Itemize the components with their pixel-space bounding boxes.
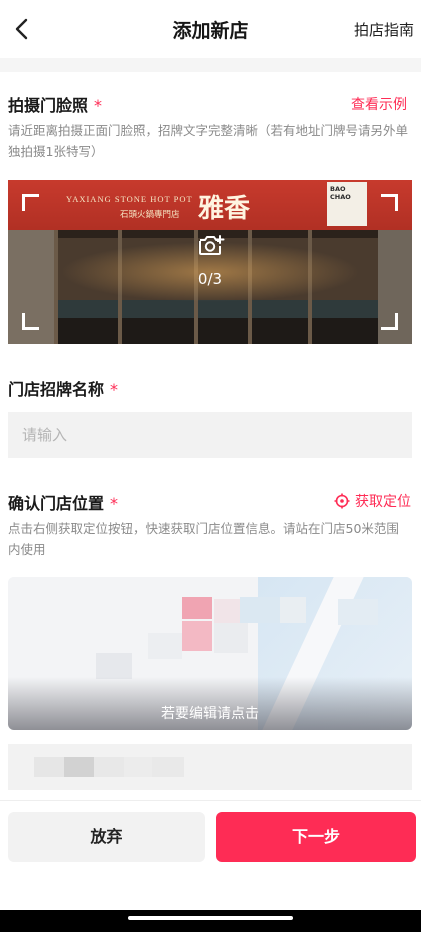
home-indicator[interactable] <box>128 916 293 920</box>
top-nav-bar: 添加新店 拍店指南 <box>0 0 421 58</box>
storefront-photo-title: 拍摄门脸照 * <box>8 92 102 116</box>
storefront-photo-uploader[interactable]: YAXIANG STONE HOT POT 石頭火鍋專門店 雅香 BAO CHA… <box>8 180 412 344</box>
required-mark: * <box>110 494 119 513</box>
get-location-button[interactable]: 获取定位 <box>334 491 411 511</box>
store-name-title: 门店招牌名称 * <box>8 376 118 400</box>
required-mark: * <box>94 96 103 115</box>
storefront-photo-title-text: 拍摄门脸照 <box>8 96 89 115</box>
address-redacted <box>34 757 64 777</box>
map-poi-block <box>182 597 212 619</box>
address-redacted <box>64 757 94 777</box>
location-map[interactable]: 若要编辑请点击 <box>8 577 412 730</box>
address-field[interactable] <box>8 744 412 790</box>
map-block <box>214 623 248 653</box>
crosshair-icon <box>334 493 350 509</box>
section-divider <box>0 58 421 72</box>
frame-corner-top-left <box>22 194 39 211</box>
store-location-title-text: 确认门店位置 <box>8 494 105 513</box>
map-block <box>214 599 240 623</box>
storefront-photo-hint: 请近距离拍摄正面门脸照，招牌文字完整清晰（若有地址门牌号请另外单独拍摄1张特写） <box>8 123 409 159</box>
map-poi-block <box>182 621 212 651</box>
signboard-brand-name: 雅香 <box>198 194 251 224</box>
required-mark: * <box>110 380 119 399</box>
view-example-link[interactable]: 查看示例 <box>351 94 407 114</box>
shop-guide-link[interactable]: 拍店指南 <box>354 19 414 40</box>
frame-corner-bottom-left <box>22 313 39 330</box>
system-navigation-bar <box>0 910 421 932</box>
storefront-signboard: YAXIANG STONE HOT POT 石頭火鍋專門店 雅香 BAO CHA… <box>8 180 412 230</box>
address-redacted <box>152 757 184 777</box>
map-block <box>280 597 306 623</box>
camera-add-icon <box>199 235 225 255</box>
frame-corner-bottom-right <box>381 313 398 330</box>
map-block <box>96 653 132 679</box>
store-location-title: 确认门店位置 * <box>8 490 118 514</box>
frame-corner-top-right <box>381 194 398 211</box>
signboard-subtitle: 石頭火鍋專門店 <box>120 210 180 220</box>
address-redacted <box>124 757 152 777</box>
map-block <box>338 599 378 625</box>
store-name-input[interactable] <box>8 412 412 458</box>
signboard-english-text: YAXIANG STONE HOT POT <box>66 194 193 204</box>
store-location-hint: 点击右侧获取定位按钮，快速获取门店位置信息。请站在门店50米范围内使用 <box>8 521 399 557</box>
map-block <box>240 597 280 623</box>
photo-count: 0/3 <box>197 270 223 288</box>
next-step-button[interactable]: 下一步 <box>216 812 416 862</box>
get-location-label: 获取定位 <box>355 494 411 510</box>
address-redacted <box>94 757 124 777</box>
signboard-badge: BAO CHAO <box>327 182 367 226</box>
store-name-title-text: 门店招牌名称 <box>8 380 105 399</box>
discard-button[interactable]: 放弃 <box>8 812 205 862</box>
map-block <box>148 633 182 659</box>
map-edit-hint: 若要编辑请点击 <box>161 706 259 722</box>
